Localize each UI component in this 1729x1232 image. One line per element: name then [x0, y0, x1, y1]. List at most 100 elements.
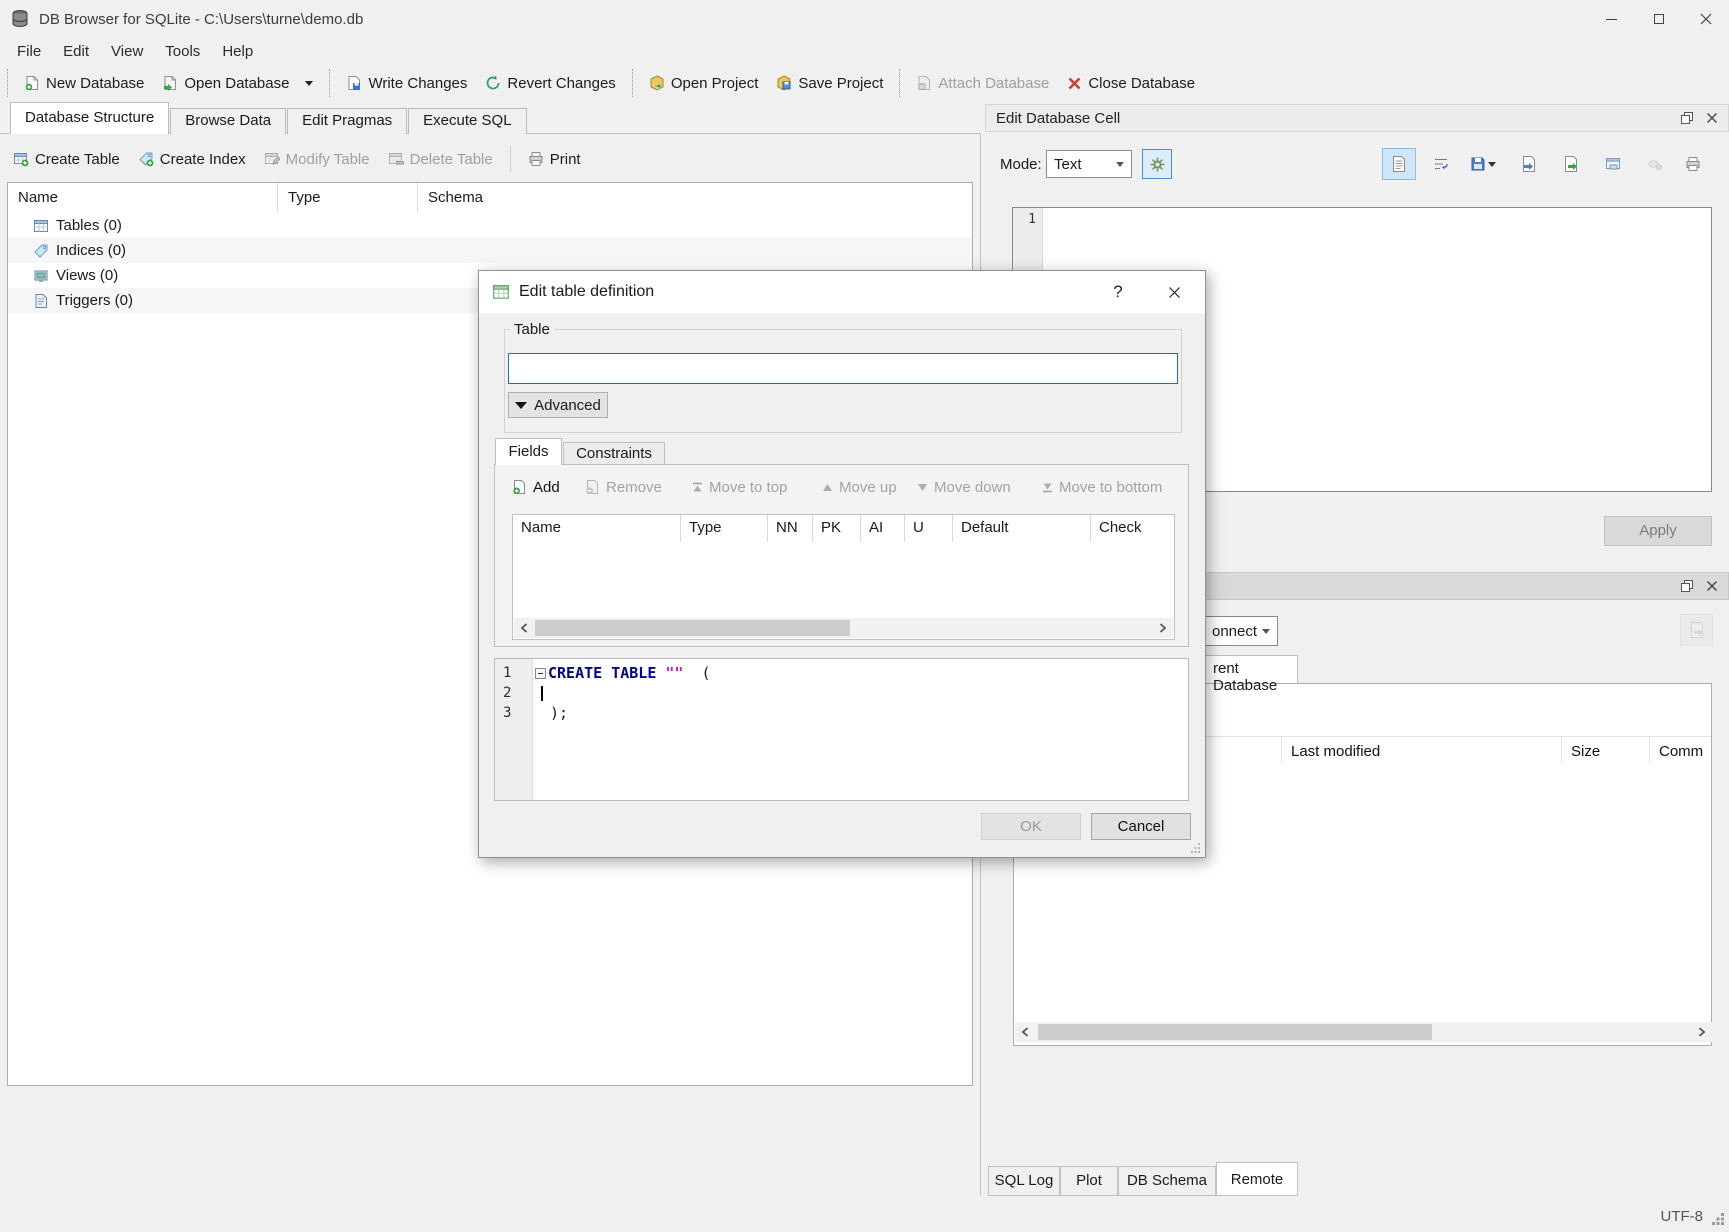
encoding-indicator[interactable]: UTF-8	[1661, 1208, 1704, 1225]
create-table-button[interactable]: Create Table	[4, 145, 129, 174]
column-header-size[interactable]: Size	[1571, 743, 1600, 760]
menu-view[interactable]: View	[100, 40, 154, 63]
menu-tools[interactable]: Tools	[154, 40, 211, 63]
text-mode-button[interactable]	[1382, 148, 1416, 180]
column-header-type[interactable]: Type	[278, 183, 418, 213]
chevron-right-icon[interactable]	[1692, 1022, 1712, 1042]
attach-database-button[interactable]: Attach Database	[907, 69, 1058, 98]
export-cell-button[interactable]	[1554, 148, 1588, 180]
create-index-button[interactable]: Create Index	[129, 145, 255, 174]
remote-identity-select[interactable]: onnect	[1204, 616, 1278, 646]
open-database-dropdown-icon[interactable]	[305, 81, 313, 86]
column-header-ai[interactable]: AI	[861, 515, 905, 542]
menu-file[interactable]: File	[6, 40, 52, 63]
move-up-button[interactable]: Move up	[822, 474, 897, 500]
close-icon	[1700, 13, 1712, 25]
delete-table-button[interactable]: Delete Table	[379, 145, 502, 174]
tab-current-database[interactable]: rent Database	[1204, 655, 1298, 683]
dialog-titlebar[interactable]: Edit table definition ?	[479, 271, 1205, 313]
fields-horizontal-scrollbar[interactable]	[514, 618, 1173, 638]
write-changes-button[interactable]: Write Changes	[337, 69, 476, 98]
revert-changes-button[interactable]: Revert Changes	[476, 69, 624, 98]
apply-button[interactable]: Apply	[1604, 516, 1712, 546]
ok-button[interactable]: OK	[981, 813, 1081, 840]
chevron-left-icon[interactable]	[1015, 1022, 1035, 1042]
add-field-button[interactable]: Add	[512, 474, 560, 500]
export-icon	[1563, 155, 1579, 173]
chevron-right-icon[interactable]	[1153, 618, 1173, 638]
edit-cell-panel-titlebar[interactable]: Edit Database Cell	[985, 104, 1729, 132]
dialog-title: Edit table definition	[519, 283, 654, 301]
open-project-button[interactable]: Open Project	[640, 69, 768, 98]
tree-row-tables[interactable]: Tables (0)	[8, 213, 972, 238]
move-to-top-button[interactable]: Move to top	[692, 474, 787, 500]
cancel-button[interactable]: Cancel	[1091, 813, 1191, 840]
open-database-button[interactable]: Open Database	[153, 69, 322, 98]
settings-button[interactable]	[1142, 149, 1172, 179]
titlebar[interactable]: DB Browser for SQLite - C:\Users\turne\d…	[0, 0, 1729, 38]
set-null-button[interactable]	[1638, 148, 1672, 180]
column-header-schema[interactable]: Schema	[418, 183, 972, 213]
resize-grip-icon[interactable]	[1712, 1212, 1725, 1225]
mode-select[interactable]: Text	[1046, 150, 1132, 178]
import-cell-button[interactable]	[1512, 148, 1546, 180]
column-header-default[interactable]: Default	[953, 515, 1091, 542]
column-header-commit[interactable]: Comm	[1659, 743, 1703, 760]
column-header-name[interactable]: Name	[513, 515, 681, 542]
tree-row-indices[interactable]: Indices (0)	[8, 238, 972, 263]
help-button[interactable]: ?	[1101, 278, 1135, 306]
fold-marker-icon[interactable]	[535, 668, 546, 679]
scrollbar-thumb[interactable]	[1038, 1024, 1432, 1040]
tab-db-schema[interactable]: DB Schema	[1118, 1166, 1216, 1196]
menu-help[interactable]: Help	[211, 40, 264, 63]
remote-horizontal-scrollbar[interactable]	[1015, 1022, 1712, 1042]
save-cell-button[interactable]	[1466, 148, 1500, 180]
advanced-button[interactable]: Advanced	[508, 392, 608, 418]
save-project-button[interactable]: Save Project	[767, 69, 892, 98]
tab-database-structure[interactable]: Database Structure	[10, 102, 169, 134]
column-header-nn[interactable]: NN	[768, 515, 813, 542]
column-header-type[interactable]: Type	[681, 515, 768, 542]
tab-constraints[interactable]: Constraints	[563, 442, 665, 465]
tab-edit-pragmas[interactable]: Edit Pragmas	[287, 108, 407, 134]
save-dropdown-icon[interactable]	[1488, 162, 1496, 167]
close-panel-icon[interactable]	[1706, 580, 1718, 592]
print-cell-button[interactable]	[1676, 148, 1710, 180]
dialog-resize-grip-icon[interactable]	[1191, 843, 1201, 853]
new-database-button[interactable]: New Database	[15, 69, 153, 98]
scrollbar-thumb[interactable]	[535, 620, 850, 636]
remove-field-button[interactable]: Remove	[585, 474, 662, 500]
modify-table-button[interactable]: Modify Table	[255, 145, 379, 174]
tab-execute-sql[interactable]: Execute SQL	[408, 108, 526, 134]
tab-sql-log[interactable]: SQL Log	[988, 1166, 1060, 1196]
push-database-button[interactable]	[1680, 614, 1713, 646]
column-header-name[interactable]: Name	[8, 183, 278, 213]
chevron-left-icon[interactable]	[514, 618, 534, 638]
table-name-input[interactable]	[508, 353, 1178, 384]
maximize-button[interactable]	[1635, 0, 1682, 38]
move-to-bottom-button[interactable]: Move to bottom	[1042, 474, 1162, 500]
tab-fields[interactable]: Fields	[495, 438, 562, 465]
float-panel-icon[interactable]	[1680, 579, 1694, 593]
column-header-pk[interactable]: PK	[813, 515, 861, 542]
column-header-check[interactable]: Check	[1091, 515, 1174, 542]
remove-field-icon	[585, 479, 600, 495]
dialog-close-button[interactable]	[1157, 278, 1191, 306]
open-external-button[interactable]	[1596, 148, 1630, 180]
word-wrap-button[interactable]	[1424, 148, 1458, 180]
float-panel-icon[interactable]	[1680, 111, 1694, 125]
minimize-button[interactable]	[1588, 0, 1635, 38]
tab-plot[interactable]: Plot	[1060, 1166, 1118, 1196]
column-header-u[interactable]: U	[905, 515, 953, 542]
tab-browse-data[interactable]: Browse Data	[170, 108, 286, 134]
sql-preview[interactable]: 1 2 3 CREATE TABLE "" ( );	[494, 658, 1189, 801]
menu-edit[interactable]: Edit	[52, 40, 100, 63]
column-header-last-modified[interactable]: Last modified	[1291, 743, 1380, 760]
print-button[interactable]: Print	[519, 145, 590, 174]
close-database-button[interactable]: Close Database	[1058, 69, 1204, 98]
tab-remote[interactable]: Remote	[1216, 1162, 1298, 1196]
close-panel-icon[interactable]	[1706, 112, 1718, 124]
app-icon	[10, 9, 30, 29]
move-down-button[interactable]: Move down	[917, 474, 1011, 500]
close-button[interactable]	[1682, 0, 1729, 38]
